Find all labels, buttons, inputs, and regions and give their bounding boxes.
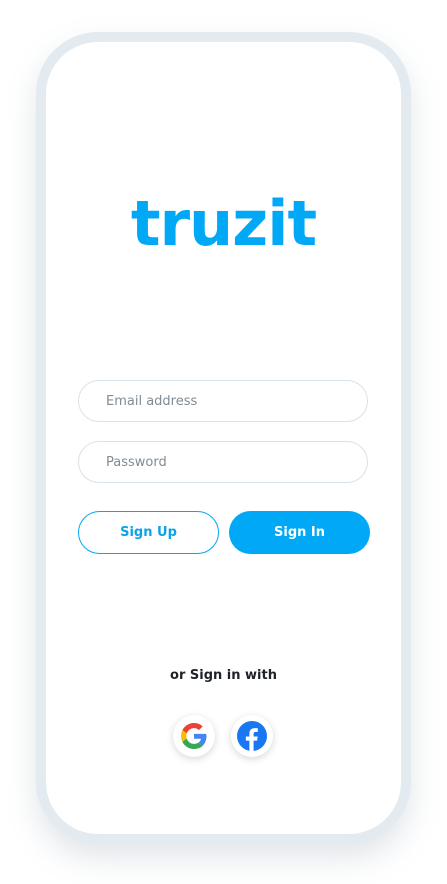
facebook-signin-button[interactable] [231,715,273,757]
password-field-wrapper [78,441,368,483]
login-screen: truzit Sign Up Sign In or Sign in with [46,42,401,834]
phone-frame: truzit Sign Up Sign In or Sign in with [36,32,411,844]
facebook-icon [237,721,267,751]
sign-up-button[interactable]: Sign Up [78,511,219,554]
google-signin-button[interactable] [173,715,215,757]
social-signin-prompt: or Sign in with [170,668,277,683]
email-field-wrapper [78,380,368,422]
app-logo: truzit [130,187,317,260]
password-input[interactable] [79,442,367,482]
email-input[interactable] [79,381,367,421]
google-icon [181,723,207,749]
sign-in-button[interactable]: Sign In [229,511,370,554]
